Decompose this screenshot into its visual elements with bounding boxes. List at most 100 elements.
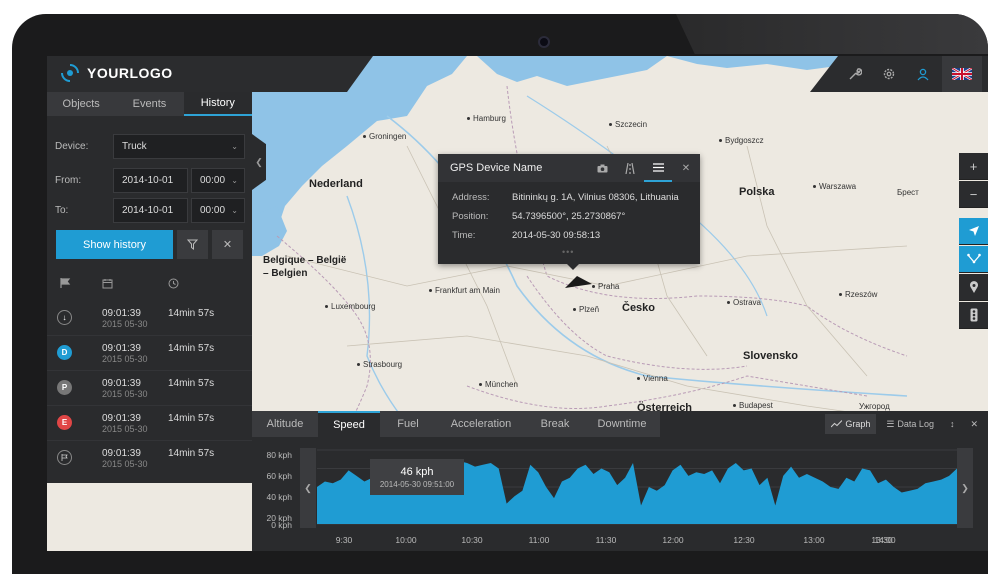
- history-duration: 14min 57s: [168, 343, 215, 354]
- chevron-down-icon: ⌄: [231, 206, 238, 215]
- tab-events[interactable]: Events: [115, 92, 183, 116]
- resize-button[interactable]: ↕: [944, 414, 961, 434]
- navigation-arrow-icon: [968, 226, 979, 236]
- from-date-input[interactable]: 2014-10-01: [113, 168, 188, 193]
- top-toolbar: [810, 56, 988, 92]
- x-tick-label: 9:30: [335, 535, 353, 545]
- history-time: 09:01:39: [102, 308, 141, 319]
- history-date: 2015 05-30: [102, 459, 148, 469]
- device-value: Truck: [122, 141, 147, 152]
- history-row[interactable]: 09:01:39 2015 05-30 14min 57s: [47, 442, 252, 476]
- graph-prev-button[interactable]: ❮: [300, 448, 316, 528]
- to-date-input[interactable]: 2014-10-01: [113, 198, 188, 223]
- time-label: Time:: [452, 230, 476, 241]
- map-label: Praha: [592, 282, 619, 291]
- flag-icon: [57, 450, 72, 465]
- device-select[interactable]: Truck ⌄: [113, 134, 245, 159]
- road-icon[interactable]: [616, 154, 644, 182]
- graph-view-button[interactable]: Graph: [825, 414, 877, 434]
- popup-title: GPS Device Name: [450, 162, 543, 174]
- time-value: 2014-05-30 09:58:13: [512, 230, 601, 241]
- chevron-down-icon: ⌄: [231, 142, 238, 151]
- tab-downtime[interactable]: Downtime: [584, 411, 660, 437]
- traffic-button[interactable]: [959, 302, 988, 329]
- minus-icon: −: [969, 186, 978, 202]
- history-date: 2015 05-30: [102, 389, 148, 399]
- wrench-icon[interactable]: [838, 56, 872, 92]
- chart-tooltip: 46 kph 2014-05-30 09:51:00: [370, 459, 464, 495]
- tooltip-date: 2014-05-30 09:51:00: [379, 479, 455, 489]
- menu-icon[interactable]: [644, 154, 672, 182]
- camera-icon[interactable]: [588, 154, 616, 182]
- x-tick-label: 12:30: [733, 535, 755, 545]
- tab-altitude[interactable]: Altitude: [252, 411, 318, 437]
- address-label: Address:: [452, 192, 490, 203]
- history-row[interactable]: D 09:01:39 2015 05-30 14min 57s: [47, 337, 252, 371]
- history-duration: 14min 57s: [168, 448, 215, 459]
- map-country-label: Belgique – België – Belgien: [263, 255, 347, 279]
- popup-drag-handle[interactable]: •••: [562, 247, 574, 257]
- map-label: Bydgoszcz: [719, 136, 764, 145]
- to-time-select[interactable]: 00:00 ⌄: [191, 198, 245, 223]
- tab-history[interactable]: History: [183, 92, 252, 116]
- logo-text: YOURLOGO: [87, 65, 173, 81]
- traffic-light-icon: [970, 308, 977, 322]
- close-icon[interactable]: ✕: [672, 154, 700, 182]
- history-row[interactable]: ↓ 09:01:39 2015 05-30 14min 57s: [47, 302, 252, 336]
- route-button[interactable]: [959, 246, 988, 273]
- tab-break[interactable]: Break: [526, 411, 584, 437]
- to-time-value: 00:00: [200, 205, 226, 216]
- chevron-right-icon: ❯: [961, 482, 969, 493]
- poi-button[interactable]: [959, 274, 988, 301]
- popup-position-row: Position: 54.7396500°, 25.2730867°: [452, 211, 625, 222]
- tab-objects[interactable]: Objects: [47, 92, 115, 116]
- history-row[interactable]: P 09:01:39 2015 05-30 14min 57s: [47, 372, 252, 406]
- chevron-left-icon: ❮: [255, 156, 263, 167]
- from-row: From: 2014-10-01 00:00 ⌄: [55, 168, 245, 193]
- filter-button[interactable]: [177, 230, 208, 259]
- map-label: Брест: [897, 188, 919, 197]
- device-popup: GPS Device Name ✕ Address: Bitininkų g. …: [438, 154, 700, 270]
- map-label: Rzeszów: [839, 290, 877, 299]
- graph-tabs: Altitude Speed Fuel Acceleration Break D…: [252, 411, 660, 437]
- graph-next-button[interactable]: ❯: [957, 448, 973, 528]
- history-duration: 14min 57s: [168, 308, 215, 319]
- tab-speed[interactable]: Speed: [318, 411, 380, 437]
- show-history-button[interactable]: Show history: [56, 230, 173, 259]
- data-log-button[interactable]: ☰ Data Log: [880, 414, 940, 434]
- tab-acceleration[interactable]: Acceleration: [436, 411, 526, 437]
- user-icon[interactable]: [906, 56, 940, 92]
- close-graph-button[interactable]: ✕: [964, 414, 984, 434]
- history-time: 09:01:39: [102, 343, 141, 354]
- position-value: 54.7396500°, 25.2730867°: [512, 211, 626, 222]
- zoom-in-button[interactable]: +: [959, 153, 988, 180]
- map-country-label: Polska: [739, 186, 775, 198]
- map-label: Frankfurt am Main: [429, 286, 500, 295]
- tab-fuel[interactable]: Fuel: [380, 411, 436, 437]
- y-tick-label: 60 kph: [266, 471, 292, 481]
- chevron-left-icon: ❮: [304, 482, 312, 493]
- from-date-value: 2014-10-01: [122, 175, 174, 186]
- zoom-out-button[interactable]: −: [959, 181, 988, 208]
- x-tick-label: 12:00: [662, 535, 684, 545]
- x-tick-label: 11:00: [528, 535, 550, 545]
- map-label: Szczecin: [609, 120, 647, 129]
- map-country-label: Slovensko: [743, 350, 799, 362]
- history-row[interactable]: E 09:01:39 2015 05-30 14min 57s: [47, 407, 252, 441]
- uk-flag-icon[interactable]: [942, 56, 982, 92]
- webcam: [538, 36, 550, 48]
- close-icon: ✕: [970, 418, 978, 429]
- logo[interactable]: YOURLOGO: [59, 62, 173, 84]
- map-label: Hamburg: [467, 114, 506, 123]
- navigate-button[interactable]: [959, 218, 988, 245]
- address-value: Bitininkų g. 1A, Vilnius 08306, Lithuani…: [512, 192, 679, 203]
- history-time: 09:01:39: [102, 448, 141, 459]
- map-country-label: Nederland: [309, 178, 363, 190]
- plus-icon: +: [969, 158, 978, 174]
- gear-icon[interactable]: [872, 56, 906, 92]
- from-time-select[interactable]: 00:00 ⌄: [191, 168, 245, 193]
- history-duration: 14min 57s: [168, 413, 215, 424]
- y-tick-label: 0 kph: [271, 520, 292, 530]
- clear-button[interactable]: ✕: [212, 230, 243, 259]
- history-date: 2015 05-30: [102, 424, 148, 434]
